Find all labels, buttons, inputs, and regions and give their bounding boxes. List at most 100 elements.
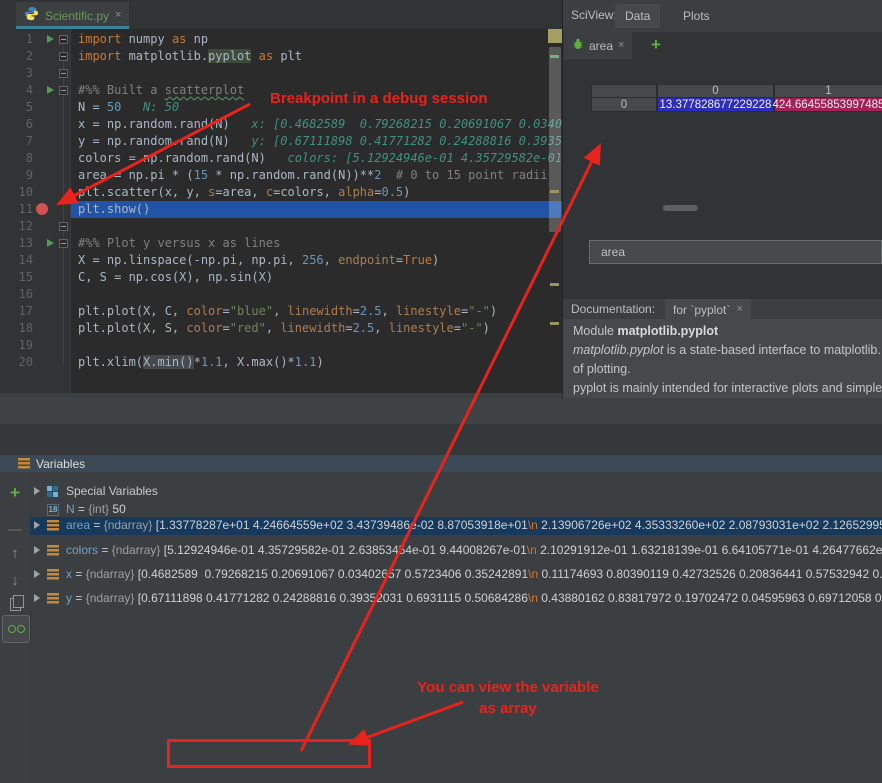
- horizontal-scrollbar[interactable]: [663, 205, 698, 211]
- variable-row-N[interactable]: 18N = {int} 50: [30, 501, 882, 518]
- variable-value: [0.67111898 0.41771282 0.24288816 0.3935…: [138, 591, 528, 605]
- code-line-19[interactable]: 19: [0, 337, 562, 354]
- editor-scrollbar[interactable]: [549, 47, 561, 232]
- show-watches-button[interactable]: [2, 615, 30, 643]
- watches-icon: [8, 624, 25, 634]
- documentation-tab[interactable]: for `pyplot` ×: [665, 299, 751, 320]
- variable-value: [5.12924946e-01 4.35729582e-01 2.6385345…: [164, 543, 527, 557]
- fold-icon[interactable]: [59, 35, 68, 44]
- code-line-1[interactable]: 1import numpy as np: [0, 31, 562, 48]
- table-corner-cell: [591, 84, 657, 98]
- fold-icon[interactable]: [59, 86, 68, 95]
- code-text: plt.xlim(X.min()*1.1, X.max()*1.1): [78, 354, 324, 371]
- code-line-18[interactable]: 18plt.plot(X, S, color="red", linewidth=…: [0, 320, 562, 337]
- code-line-13[interactable]: 13#%% Plot y versus x as lines: [0, 235, 562, 252]
- line-number[interactable]: 16: [0, 286, 33, 303]
- expand-arrow-icon[interactable]: [34, 487, 40, 495]
- ndarray-variable-icon: [47, 569, 59, 580]
- code-line-10[interactable]: 10plt.scatter(x, y, s=area, c=colors, al…: [0, 184, 562, 201]
- annotation-array-note: You can view the variable as array: [402, 677, 614, 719]
- variable-text: x = {ndarray} [0.4682589 0.79268215 0.20…: [66, 566, 882, 583]
- variable-text: Special Variables: [66, 483, 158, 500]
- variable-row-y[interactable]: y = {ndarray} [0.67111898 0.41771282 0.2…: [30, 590, 882, 607]
- column-header-0[interactable]: 0: [657, 84, 774, 98]
- documentation-label: Documentation:: [571, 302, 655, 316]
- fold-icon[interactable]: [59, 239, 68, 248]
- tab-data[interactable]: Data: [615, 4, 660, 28]
- run-cell-icon[interactable]: [47, 86, 54, 94]
- code-line-9[interactable]: 9area = np.pi * (15 * np.random.rand(N))…: [0, 167, 562, 184]
- code-line-6[interactable]: 6x = np.random.rand(N) x: [0.4682589 0.7…: [0, 116, 562, 133]
- breakpoint-icon[interactable]: [36, 203, 48, 215]
- table-cell-0-0[interactable]: 13.377828677229228: [657, 97, 774, 112]
- code-line-14[interactable]: 14X = np.linspace(-np.pi, np.pi, 256, en…: [0, 252, 562, 269]
- code-line-12[interactable]: 12: [0, 218, 562, 235]
- line-number[interactable]: 13: [0, 235, 33, 252]
- code-line-7[interactable]: 7y = np.random.rand(N) y: [0.67111898 0.…: [0, 133, 562, 150]
- variable-value: [0.4682589 0.79268215 0.20691067 0.03402…: [138, 567, 528, 581]
- expand-arrow-icon[interactable]: [34, 546, 40, 554]
- fold-icon[interactable]: [59, 52, 68, 61]
- line-number[interactable]: 18: [0, 320, 33, 337]
- line-number[interactable]: 17: [0, 303, 33, 320]
- ndarray-variable-icon: [47, 545, 59, 556]
- run-cell-icon[interactable]: [47, 35, 54, 43]
- slice-input[interactable]: [589, 240, 882, 264]
- line-number[interactable]: 19: [0, 337, 33, 354]
- code-line-17[interactable]: 17plt.plot(X, C, color="blue", linewidth…: [0, 303, 562, 320]
- line-number[interactable]: 7: [0, 133, 33, 150]
- close-icon[interactable]: ×: [115, 10, 121, 21]
- variable-row-colors[interactable]: colors = {ndarray} [5.12924946e-01 4.357…: [30, 542, 882, 559]
- expand-arrow-icon[interactable]: [34, 521, 40, 529]
- line-number[interactable]: 14: [0, 252, 33, 269]
- sciview-panel: SciView: Data Plots area × + 0 1 0 13.37…: [562, 0, 882, 398]
- row-header-0[interactable]: 0: [591, 97, 657, 112]
- code-text: N = 50 N: 50: [78, 99, 179, 116]
- line-number[interactable]: 5: [0, 99, 33, 116]
- code-line-3[interactable]: 3: [0, 65, 562, 82]
- viewer-tab-row: area × +: [563, 32, 882, 60]
- code-line-2[interactable]: 2import matplotlib.pyplot as plt: [0, 48, 562, 65]
- run-cell-icon[interactable]: [47, 239, 54, 247]
- line-number[interactable]: 15: [0, 269, 33, 286]
- move-up-button[interactable]: ↑: [3, 542, 27, 564]
- code-line-8[interactable]: 8colors = np.random.rand(N) colors: [5.1…: [0, 150, 562, 167]
- column-header-1[interactable]: 1: [774, 84, 882, 98]
- ndarray-variable-icon: [47, 520, 59, 531]
- new-watch-button[interactable]: +: [3, 482, 27, 504]
- close-icon[interactable]: ×: [618, 40, 624, 51]
- close-icon[interactable]: ×: [736, 304, 742, 315]
- line-number[interactable]: 20: [0, 354, 33, 371]
- line-number[interactable]: 11: [0, 201, 33, 218]
- line-number[interactable]: 9: [0, 167, 33, 184]
- line-number[interactable]: 12: [0, 218, 33, 235]
- line-number[interactable]: 3: [0, 65, 33, 82]
- fold-icon[interactable]: [59, 222, 68, 231]
- code-editor[interactable]: 1import numpy as np2import matplotlib.py…: [0, 29, 562, 393]
- expand-arrow-icon[interactable]: [34, 570, 40, 578]
- line-number[interactable]: 8: [0, 150, 33, 167]
- viewer-tab-area[interactable]: area ×: [564, 32, 632, 59]
- variable-row-special-variables[interactable]: Special Variables: [30, 483, 882, 500]
- line-number[interactable]: 1: [0, 31, 33, 48]
- editor-tab-scientific[interactable]: Scientific.py ×: [16, 2, 129, 29]
- fold-icon[interactable]: [59, 69, 68, 78]
- line-number[interactable]: 4: [0, 82, 33, 99]
- code-line-11[interactable]: 11plt.show(): [0, 201, 562, 218]
- add-viewer-tab-icon[interactable]: +: [651, 35, 661, 55]
- line-number[interactable]: 6: [0, 116, 33, 133]
- code-line-20[interactable]: 20 plt.xlim(X.min()*1.1, X.max()*1.1): [0, 354, 562, 371]
- move-down-button[interactable]: ↓: [3, 569, 27, 591]
- variable-type: {ndarray}: [86, 567, 138, 581]
- code-line-16[interactable]: 16: [0, 286, 562, 303]
- code-line-15[interactable]: 15C, S = np.cos(X), np.sin(X): [0, 269, 562, 286]
- table-cell-0-1[interactable]: 424.66455853997485: [774, 97, 882, 112]
- variable-row-area[interactable]: area = {ndarray} [1.33778287e+01 4.24664…: [30, 517, 882, 535]
- line-number[interactable]: 10: [0, 184, 33, 201]
- copy-button[interactable]: [3, 593, 27, 615]
- variables-header[interactable]: Variables: [0, 455, 882, 472]
- variable-row-x[interactable]: x = {ndarray} [0.4682589 0.79268215 0.20…: [30, 566, 882, 583]
- expand-arrow-icon[interactable]: [34, 594, 40, 602]
- tab-plots[interactable]: Plots: [673, 4, 720, 28]
- line-number[interactable]: 2: [0, 48, 33, 65]
